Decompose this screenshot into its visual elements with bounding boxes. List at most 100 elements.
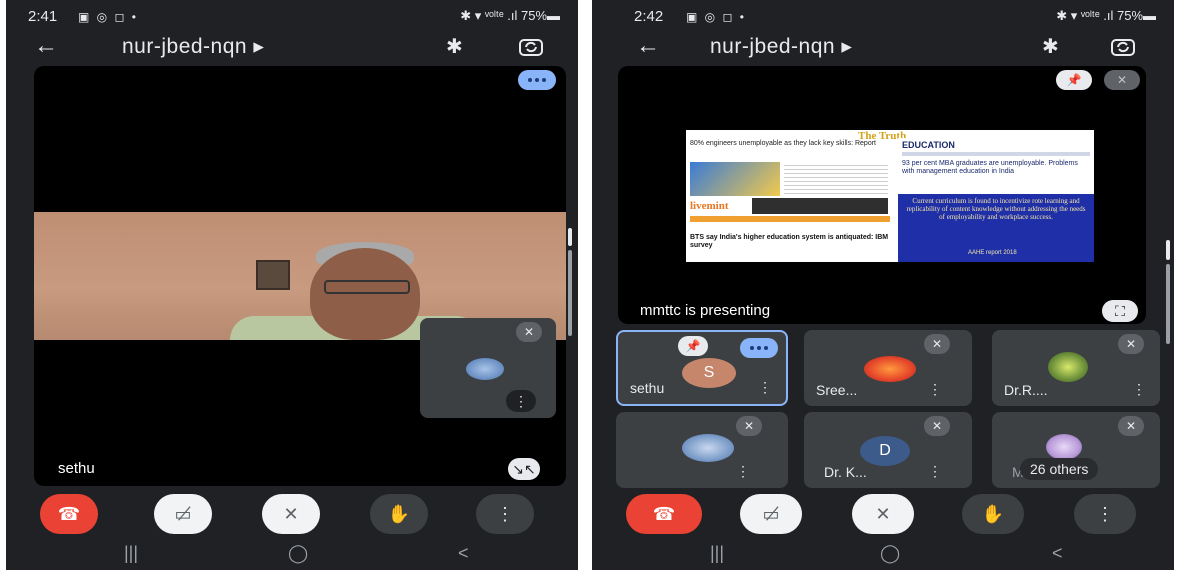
meeting-code[interactable]: nur-jbed-nqn ▸ xyxy=(710,34,852,59)
scroll-track xyxy=(1166,264,1170,344)
home-button[interactable]: ◯ xyxy=(880,543,900,564)
mic-toggle-button[interactable]: ✕ xyxy=(852,494,914,534)
bluetooth-audio-icon[interactable]: ✱ xyxy=(1042,34,1059,59)
participant-avatar xyxy=(1046,434,1082,460)
status-right-icons: ✱ ▾ ᵛᵒˡᵗᵉ .ıl 75%▬ xyxy=(460,8,560,23)
speaker-glasses xyxy=(324,280,410,294)
end-call-button[interactable]: ☎ xyxy=(626,494,702,534)
home-button[interactable]: ◯ xyxy=(288,543,308,564)
meeting-top-bar: ← nur-jbed-nqn ▸ ✱ xyxy=(6,30,578,66)
meeting-top-bar: ← nur-jbed-nqn ▸ ✱ xyxy=(592,30,1174,66)
status-icons: ▣ ◎ ◻ • xyxy=(686,10,746,24)
participant-tile-4[interactable]: ✕ ⋮ xyxy=(616,412,788,488)
android-nav-bar: ||| ◯ < xyxy=(6,540,578,570)
call-controls: ☎ ▭̸ ✕ ✋ ⋮ xyxy=(6,494,578,538)
participant-avatar xyxy=(1048,352,1088,382)
nav-back-button[interactable]: < xyxy=(1052,543,1063,564)
slide-blue-footer: AAHE report 2018 xyxy=(968,250,1017,256)
shared-slide: The Truth 80% engineers unemployable as … xyxy=(686,130,1094,262)
right-phone-screen: 2:42 ▣ ◎ ◻ • ✱ ▾ ᵛᵒˡᵗᵉ .ıl 75%▬ ← nur-jb… xyxy=(592,0,1174,570)
speaker-face xyxy=(310,248,420,340)
muted-mic-icon: ✕ xyxy=(924,416,950,436)
muted-mic-icon: ✕ xyxy=(1118,334,1144,354)
back-arrow-icon[interactable]: ← xyxy=(34,32,58,60)
tile-menu-button[interactable]: ⋮ xyxy=(1132,381,1146,398)
recents-button[interactable]: ||| xyxy=(124,543,138,564)
presenting-label: mmttc is presenting xyxy=(640,302,771,319)
status-time: 2:41 xyxy=(28,8,58,25)
mic-toggle-button[interactable]: ✕ xyxy=(262,494,320,534)
audio-level-icon xyxy=(518,70,556,90)
status-bar: 2:42 ▣ ◎ ◻ • ✱ ▾ ᵛᵒˡᵗᵉ .ıl 75%▬ xyxy=(592,6,1174,28)
more-options-button[interactable]: ⋮ xyxy=(476,494,534,534)
slide-education-brand: EDUCATION xyxy=(902,140,955,150)
pin-icon[interactable]: 📌 xyxy=(678,336,708,356)
main-tile-name: sethu xyxy=(58,460,95,477)
meeting-code[interactable]: nur-jbed-nqn ▸ xyxy=(122,34,264,59)
others-count-chip[interactable]: 26 others xyxy=(1020,458,1099,480)
tile-menu-button[interactable]: ⋮ xyxy=(928,463,942,480)
more-options-button[interactable]: ⋮ xyxy=(1074,494,1136,534)
audio-level-icon xyxy=(740,338,778,358)
slide-right-panel: EDUCATION 93 per cent MBA graduates are … xyxy=(898,138,1094,192)
presentation-tile[interactable]: 📌 ✕ The Truth 80% engineers unemployable… xyxy=(618,66,1146,324)
camera-toggle-button[interactable]: ▭̸ xyxy=(154,494,212,534)
slide-mint-banner xyxy=(752,198,888,214)
scroll-indicator xyxy=(1166,240,1170,260)
switch-camera-icon[interactable] xyxy=(1110,36,1136,63)
wall-picture xyxy=(256,260,290,290)
slide-right-text: 93 per cent MBA graduates are unemployab… xyxy=(902,160,1078,175)
participant-avatar: D xyxy=(860,436,910,466)
switch-camera-icon[interactable] xyxy=(518,36,544,63)
raise-hand-button[interactable]: ✋ xyxy=(962,494,1024,534)
main-video-tile[interactable]: sethu ↘↖ ✕ ⋮ xyxy=(34,66,566,486)
back-arrow-icon[interactable]: ← xyxy=(636,32,660,60)
nav-back-button[interactable]: < xyxy=(458,543,469,564)
slide-ibm-headline: BTS say India's higher education system … xyxy=(690,234,889,249)
participant-tile-dr-k[interactable]: ✕ D Dr. K... ⋮ xyxy=(804,412,972,488)
participant-tile-sethu[interactable]: 📌 S sethu ⋮ xyxy=(616,330,788,406)
muted-mic-icon: ✕ xyxy=(516,322,542,342)
status-bar: 2:41 ▣ ◎ ◻ • ✱ ▾ ᵛᵒˡᵗᵉ .ıl 75%▬ xyxy=(6,6,578,28)
status-time: 2:42 xyxy=(634,8,664,25)
participant-avatar xyxy=(682,434,734,462)
slide-mint-logo: livemint xyxy=(690,200,729,212)
participant-tile-sree[interactable]: ✕ Sree... ⋮ xyxy=(804,330,972,406)
self-view-tile[interactable]: ✕ ⋮ xyxy=(420,318,556,418)
scroll-track xyxy=(568,250,572,336)
tile-menu-button[interactable]: ⋮ xyxy=(736,463,750,480)
slide-news-image xyxy=(690,162,780,196)
fullscreen-button[interactable]: ⛶ xyxy=(1102,300,1138,322)
participant-avatar xyxy=(864,356,916,382)
participant-tile-dr-r[interactable]: ✕ Dr.R.... ⋮ xyxy=(992,330,1160,406)
slide-education-bar xyxy=(902,152,1090,156)
status-icons: ▣ ◎ ◻ • xyxy=(78,10,138,24)
participant-name: sethu xyxy=(630,380,665,396)
participant-tile-others[interactable]: ✕ M 26 others xyxy=(992,412,1160,488)
raise-hand-button[interactable]: ✋ xyxy=(370,494,428,534)
tile-menu-button[interactable]: ⋮ xyxy=(758,379,772,396)
left-phone-screen: 2:41 ▣ ◎ ◻ • ✱ ▾ ᵛᵒˡᵗᵉ .ıl 75%▬ ← nur-jb… xyxy=(6,0,578,570)
recents-button[interactable]: ||| xyxy=(710,543,724,564)
slide-blue-box: Current curriculum is found to incentivi… xyxy=(898,194,1094,262)
slide-blue-text: Current curriculum is found to incentivi… xyxy=(906,197,1086,221)
bluetooth-audio-icon[interactable]: ✱ xyxy=(446,34,463,59)
slide-news-text xyxy=(784,162,888,196)
tile-menu-button[interactable]: ⋮ xyxy=(928,381,942,398)
participant-name: Dr. K... xyxy=(824,464,867,480)
participant-name: Sree... xyxy=(816,382,858,398)
muted-mic-icon: ✕ xyxy=(736,416,762,436)
camera-toggle-button[interactable]: ▭̸ xyxy=(740,494,802,534)
slide-headline-1: 80% engineers unemployable as they lack … xyxy=(690,140,876,147)
end-call-button[interactable]: ☎ xyxy=(40,494,98,534)
scroll-indicator xyxy=(568,228,572,246)
muted-mic-icon: ✕ xyxy=(1104,70,1140,90)
pin-icon[interactable]: 📌 xyxy=(1056,70,1092,90)
participant-avatar: S xyxy=(682,358,736,388)
tile-menu-button[interactable]: ⋮ xyxy=(506,390,536,412)
fullscreen-exit-button[interactable]: ↘↖ xyxy=(508,458,540,480)
self-avatar xyxy=(466,358,504,380)
status-right-icons: ✱ ▾ ᵛᵒˡᵗᵉ .ıl 75%▬ xyxy=(1056,8,1156,23)
android-nav-bar: ||| ◯ < xyxy=(592,540,1174,570)
muted-mic-icon: ✕ xyxy=(1118,416,1144,436)
